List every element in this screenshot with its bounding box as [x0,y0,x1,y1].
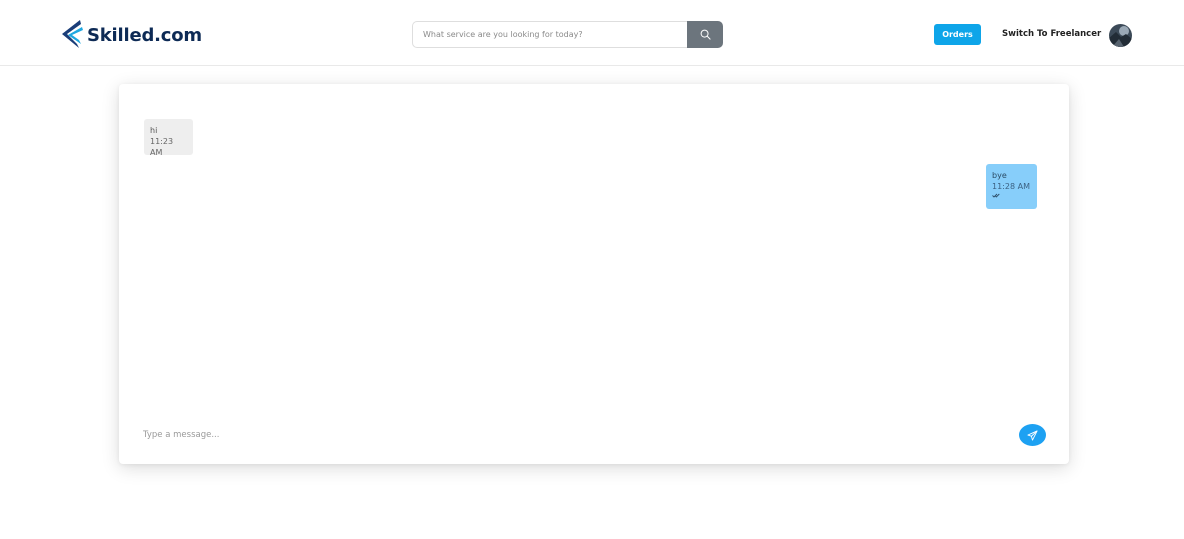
logo-text: Skilled.com [87,24,202,46]
orders-button[interactable]: Orders [934,24,981,45]
message-time: 11:23 AM [150,137,174,157]
double-check-icon [992,193,1000,198]
switch-to-freelancer-link[interactable]: Switch To Freelancer [1002,29,1101,39]
message-text: bye [992,171,1007,180]
outgoing-message: bye 11:28 AM [986,164,1037,209]
search-icon [700,29,711,40]
message-input[interactable] [143,427,543,443]
send-button[interactable] [1019,424,1046,446]
user-avatar[interactable] [1109,24,1132,47]
search-input[interactable] [412,21,687,48]
search-bar [412,21,723,48]
top-navbar: Skilled.com Orders Switch To Freelancer [0,0,1184,66]
message-time: 11:28 AM [992,182,1030,191]
avatar-image [1109,24,1132,47]
message-text: hi [150,126,158,135]
incoming-message: hi 11:23 AM [144,119,193,157]
chat-window: hi 11:23 AM bye 11:28 AM [119,84,1069,464]
site-logo[interactable]: Skilled.com [59,18,202,52]
feather-logo-icon [62,20,83,48]
search-button[interactable] [687,21,723,48]
paper-plane-icon [1027,429,1038,441]
